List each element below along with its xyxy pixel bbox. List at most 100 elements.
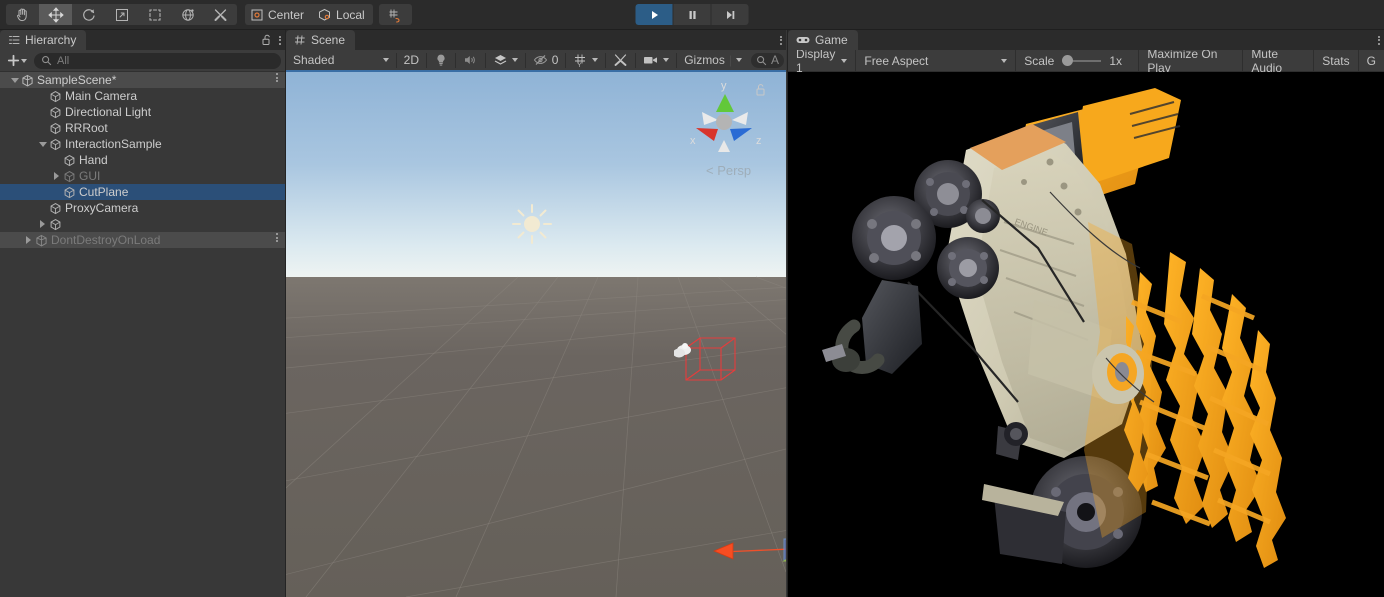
search-icon	[757, 55, 767, 65]
pivot-rotation-button[interactable]: Local	[312, 4, 373, 25]
row-menu-icon[interactable]	[276, 233, 278, 242]
scale-tool-button[interactable]	[105, 4, 138, 25]
chevron-right-icon[interactable]	[22, 236, 35, 244]
scene-fx-dropdown[interactable]	[488, 51, 523, 69]
display-label: Display 1	[796, 46, 836, 75]
tab-game-label: Game	[815, 33, 848, 47]
play-button[interactable]	[635, 4, 673, 25]
add-dropdown-caret-icon[interactable]	[21, 58, 27, 63]
gizmo-axis-x-label: x	[690, 135, 696, 147]
scene-gizmos-label: Gizmos	[684, 53, 725, 67]
hierarchy-row-main-camera[interactable]: Main Camera	[0, 88, 285, 104]
step-button[interactable]	[711, 4, 749, 25]
tab-scene[interactable]: Scene	[286, 30, 356, 50]
scene-grid-dropdown[interactable]: Y	[568, 51, 603, 69]
chevron-down-icon[interactable]	[8, 77, 21, 83]
transform-tool-button[interactable]	[171, 4, 204, 25]
scene-tools-button[interactable]	[608, 51, 633, 69]
scale-slider-track[interactable]	[1062, 55, 1102, 66]
chevron-down-icon	[841, 58, 848, 63]
maximize-on-play-toggle[interactable]: Maximize On Play	[1139, 47, 1244, 75]
unlocked-padlock-icon[interactable]	[261, 34, 272, 46]
hand-tool-button[interactable]	[6, 4, 39, 25]
game-gizmos-dropdown[interactable]: G	[1359, 50, 1384, 72]
mute-audio-label: Mute Audio	[1251, 46, 1283, 75]
hierarchy-tabbar: Hierarchy	[0, 30, 285, 50]
hierarchy-row-directional-light[interactable]: Directional Light	[0, 104, 285, 120]
scene-orientation-gizmo[interactable]: y x z < Persp	[678, 72, 774, 182]
translate-gizmo[interactable]	[686, 457, 786, 597]
add-gameobject-button[interactable]	[4, 54, 30, 67]
main-toolbar: Center Local	[0, 0, 1384, 30]
hierarchy-row-rrroot[interactable]: RRRoot	[0, 120, 285, 136]
aspect-dropdown[interactable]: Free Aspect	[856, 49, 1017, 72]
gameobject-icon	[49, 122, 62, 135]
scene-viewport[interactable]: y x z < Persp	[286, 72, 786, 597]
hierarchy-item-label: GUI	[79, 169, 101, 183]
hierarchy-item-label: RRRoot	[65, 121, 108, 135]
pivot-mode-button[interactable]: Center	[245, 4, 313, 25]
game-viewport[interactable]: ENGINE	[788, 72, 1384, 597]
gameobject-icon	[49, 202, 62, 215]
engine-cutaway-model: ENGINE	[822, 88, 1286, 568]
display-dropdown[interactable]: Display 1	[788, 46, 857, 75]
tab-game[interactable]: Game	[788, 30, 858, 50]
gamepad-icon	[796, 37, 810, 43]
scene-search-input[interactable]: A	[750, 52, 784, 68]
scene-hidden-count: 0	[551, 53, 559, 67]
game-menu-icon[interactable]	[1378, 35, 1380, 45]
local-space-icon	[319, 8, 331, 21]
row-menu-icon[interactable]	[276, 73, 278, 82]
chevron-down-icon	[735, 58, 742, 62]
stats-toggle[interactable]: Stats	[1314, 49, 1359, 72]
scene-menu-icon[interactable]	[780, 35, 782, 45]
chevron-right-icon[interactable]	[36, 220, 49, 228]
mute-audio-toggle[interactable]: Mute Audio	[1243, 46, 1315, 75]
scene-hidden-objects[interactable]: 0	[528, 51, 564, 69]
gizmo-axis-y-label: y	[721, 80, 727, 92]
scene-gizmos-dropdown[interactable]: Gizmos |	[679, 51, 747, 69]
hierarchy-search-input[interactable]: All	[34, 52, 281, 69]
hierarchy-row-dontdestroyonload[interactable]: DontDestroyOnLoad	[0, 232, 285, 248]
rotate-tool-button[interactable]	[72, 4, 105, 25]
scene-lighting-toggle[interactable]	[429, 51, 453, 69]
hierarchy-row-interactionsample[interactable]: InteractionSample	[0, 136, 285, 152]
hierarchy-item-label: InteractionSample	[65, 137, 162, 151]
grid-snap-button[interactable]	[378, 4, 412, 25]
hierarchy-row-samplescene-[interactable]: SampleScene*	[0, 72, 285, 88]
scene-audio-toggle[interactable]	[458, 51, 483, 69]
tab-hierarchy[interactable]: Hierarchy	[0, 30, 87, 50]
hierarchy-tree[interactable]: SampleScene* Main Camera Directional Light…	[0, 72, 285, 597]
toggle-2d-button[interactable]: 2D	[399, 51, 424, 69]
scene-camera-dropdown[interactable]	[638, 51, 674, 69]
pause-button[interactable]	[673, 4, 711, 25]
chevron-right-icon[interactable]	[50, 172, 63, 180]
custom-tool-button[interactable]	[204, 4, 237, 25]
hierarchy-item-label: Hand	[79, 153, 108, 167]
scale-slider[interactable]: Scale 1x	[1016, 49, 1140, 72]
chevron-down-icon[interactable]	[36, 141, 49, 147]
move-tool-button[interactable]	[39, 4, 72, 25]
game-gizmos-label: G	[1366, 53, 1376, 68]
draw-mode-dropdown[interactable]: Shaded	[288, 51, 394, 69]
hierarchy-row-untitled[interactable]	[0, 216, 285, 232]
game-tabbar-actions	[1378, 30, 1380, 50]
hierarchy-panel: Hierarchy All SampleScene* Main Camera D…	[0, 30, 286, 597]
chevron-down-icon	[511, 58, 518, 62]
hierarchy-row-hand[interactable]: Hand	[0, 152, 285, 168]
speaker-icon	[464, 56, 475, 64]
directional-light-gizmo[interactable]	[510, 202, 554, 246]
hierarchy-row-proxycamera[interactable]: ProxyCamera	[0, 200, 285, 216]
chevron-down-icon	[592, 58, 599, 62]
scene-icon	[35, 234, 48, 247]
game-view-toolbar: Display 1 Free Aspect Scale 1x Maximize …	[788, 46, 1384, 75]
rect-tool-button[interactable]	[138, 4, 171, 25]
hierarchy-item-label: DontDestroyOnLoad	[51, 233, 161, 247]
gameobject-icon	[49, 106, 62, 119]
chevron-down-icon	[663, 58, 670, 62]
camera-frustum-gizmo[interactable]	[674, 330, 754, 400]
hierarchy-row-cutplane[interactable]: CutPlane	[0, 184, 285, 200]
hierarchy-search-placeholder: All	[57, 54, 70, 67]
hierarchy-row-gui[interactable]: GUI	[0, 168, 285, 184]
hierarchy-menu-icon[interactable]	[279, 35, 281, 45]
